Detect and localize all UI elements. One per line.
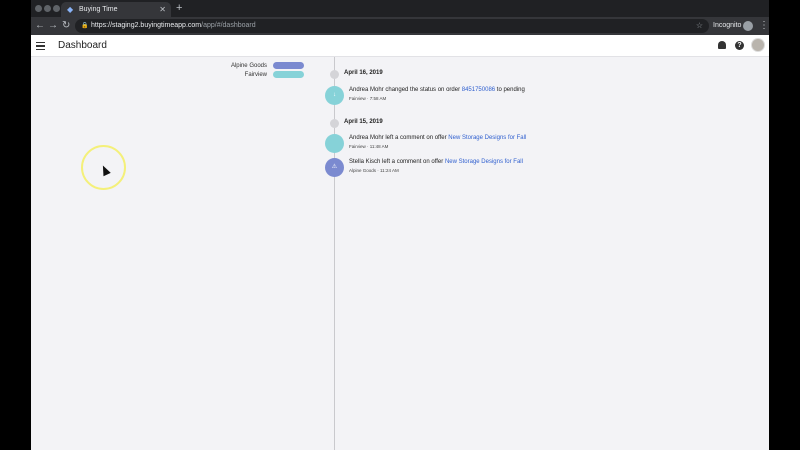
reload-icon[interactable]: ↻ [62, 19, 70, 33]
window-minimize-dot[interactable] [44, 5, 51, 12]
legend-label: Fairview [244, 72, 267, 78]
favicon-icon: ◆ [67, 5, 74, 14]
offer-link[interactable]: New Storage Designs for Fall [448, 135, 526, 141]
back-icon[interactable]: ← [35, 19, 45, 33]
screen: ◆ Buying Time ✕ + ← → ↻ 🔒 https://stagin… [31, 0, 769, 450]
page-title: Dashboard [58, 40, 107, 51]
tab-title: Buying Time [79, 6, 118, 13]
forward-icon[interactable]: → [48, 19, 58, 33]
legend-swatch [273, 62, 304, 69]
timeline-date-dot [330, 119, 339, 128]
event-icon: ↓ [325, 86, 344, 105]
legend-swatch [273, 71, 304, 78]
window-close-dot[interactable] [35, 5, 42, 12]
offer-link[interactable]: New Storage Designs for Fall [445, 159, 523, 165]
order-link[interactable]: 8451750086 [462, 87, 495, 93]
event-text: Andrea Mohr changed the status on order … [349, 87, 525, 93]
legend-item-fairview[interactable]: Fairview [187, 71, 304, 79]
timeline-date: April 15, 2019 [344, 119, 383, 125]
browser-toolbar: ← → ↻ 🔒 https://staging2.buyingtimeapp.c… [31, 17, 769, 35]
legend-item-alpine-goods[interactable]: Alpine Goods [187, 62, 304, 70]
event-text-prefix: Stella Kisch left a comment on offer [349, 159, 445, 165]
user-avatar[interactable] [751, 38, 765, 52]
browser-tabstrip: ◆ Buying Time ✕ + [31, 0, 769, 17]
new-tab-icon[interactable]: + [176, 1, 182, 16]
incognito-label: Incognito [713, 22, 742, 29]
bookmark-star-icon[interactable]: ☆ [696, 19, 703, 33]
event-text-prefix: Andrea Mohr changed the status on order [349, 87, 462, 93]
event-text: Andrea Mohr left a comment on offer New … [349, 135, 526, 141]
legend-label: Alpine Goods [230, 63, 267, 69]
event-text-prefix: Andrea Mohr left a comment on offer [349, 135, 449, 141]
timeline-line [334, 57, 335, 450]
window-zoom-dot[interactable] [53, 5, 60, 12]
timeline-date-dot [330, 70, 339, 79]
tab-close-icon[interactable]: ✕ [159, 2, 166, 17]
event-text-suffix: to pending [495, 87, 525, 93]
address-bar[interactable]: 🔒 https://staging2.buyingtimeapp.com/app… [75, 19, 709, 33]
menu-icon[interactable] [36, 42, 45, 50]
lock-icon: 🔒 [81, 23, 89, 29]
url-path: /app/#/dashboard [201, 22, 256, 29]
event-meta: Alpine Goods · 11:24 AM [349, 168, 399, 173]
notifications-bell-icon[interactable] [718, 41, 726, 49]
event-icon: ⚠ [325, 158, 344, 177]
event-meta: Fairview · 7:58 AM [349, 96, 387, 101]
timeline-date: April 16, 2019 [344, 70, 383, 76]
event-text: Stella Kisch left a comment on offer New… [349, 159, 523, 165]
browser-tab[interactable]: ◆ Buying Time ✕ [61, 2, 171, 17]
browser-menu-icon[interactable]: ⋮ [759, 19, 769, 33]
event-icon [325, 134, 344, 153]
url-host: https://staging2.buyingtimeapp.com [91, 22, 202, 29]
event-meta: Fairview · 11:48 AM [349, 144, 389, 149]
incognito-icon[interactable] [743, 21, 753, 31]
help-icon[interactable]: ? [735, 41, 744, 50]
app-bar: Dashboard ? [31, 35, 769, 57]
